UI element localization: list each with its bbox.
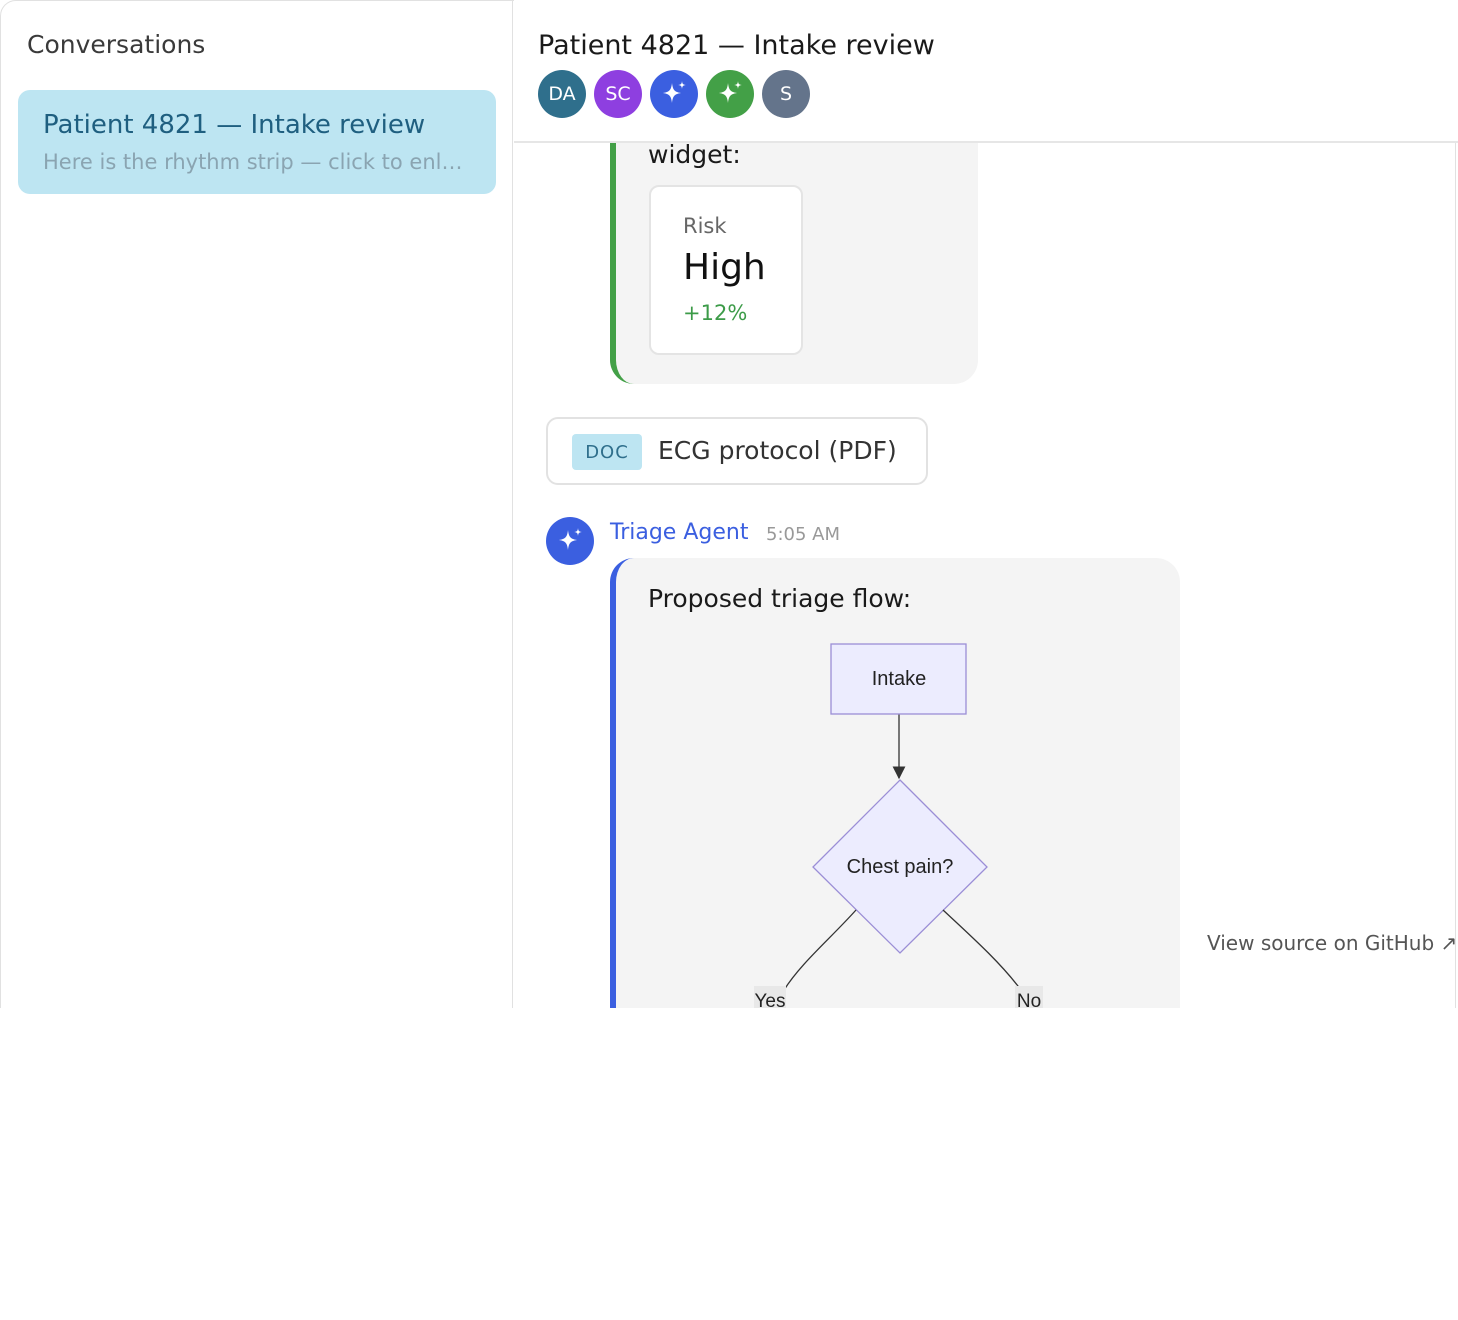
sparkle-icon	[559, 528, 582, 550]
conversation-item[interactable]: Patient 4821 — Intake review Here is the…	[18, 90, 496, 194]
sparkle-icon	[663, 81, 686, 103]
chat-header: Patient 4821 — Intake review DA SC S	[514, 0, 1458, 143]
app-window: Conversations Patient 4821 — Intake revi…	[0, 0, 1458, 1008]
message-list[interactable]: widget: Risk High +12% DOC ECG protocol …	[514, 0, 1458, 1008]
sparkle-icon	[719, 81, 742, 103]
avatar[interactable]: SC	[594, 70, 642, 118]
sidebar-title: Conversations	[27, 30, 206, 59]
avatar[interactable]: DA	[538, 70, 586, 118]
attachment-name: ECG protocol (PDF)	[658, 436, 897, 465]
flow-node-label: Intake	[872, 668, 926, 690]
stat-delta: +12%	[683, 301, 748, 325]
doc-badge: DOC	[572, 434, 642, 470]
widget-message-bubble: widget: Risk High +12%	[610, 110, 978, 384]
message-timestamp: 5:05 AM	[766, 524, 840, 545]
triage-flowchart: Intake Chest pain? Yes No	[754, 643, 1043, 1008]
risk-stat-card: Risk High +12%	[649, 185, 803, 355]
message-text: widget:	[648, 140, 741, 169]
github-source-link[interactable]: View source on GitHub ↗	[1207, 931, 1457, 955]
chat-title: Patient 4821 — Intake review	[538, 30, 935, 61]
document-attachment[interactable]: DOC ECG protocol (PDF)	[546, 417, 928, 485]
sidebar: Conversations Patient 4821 — Intake revi…	[1, 0, 513, 1008]
agent-avatar[interactable]	[706, 70, 754, 118]
edge-label-yes: Yes	[755, 991, 786, 1008]
chat-panel: widget: Risk High +12% DOC ECG protocol …	[514, 0, 1458, 1008]
agent-avatar[interactable]	[650, 70, 698, 118]
edge-label-no: No	[1017, 991, 1041, 1008]
flow-edge	[942, 909, 1022, 991]
flow-node-label: Chest pain?	[847, 856, 954, 878]
participant-avatars: DA SC S	[538, 70, 810, 118]
flow-edge	[783, 909, 857, 991]
conversation-preview: Here is the rhythm strip — click to enl…	[43, 150, 463, 174]
stat-value: High	[683, 247, 766, 288]
stat-label: Risk	[683, 214, 727, 238]
message-author[interactable]: Triage Agent	[610, 520, 748, 545]
conversation-title: Patient 4821 — Intake review	[43, 110, 426, 140]
triage-agent-avatar	[546, 517, 594, 565]
avatar[interactable]: S	[762, 70, 810, 118]
agent-message-bubble: Proposed triage flow: Intake Chest pain?	[610, 558, 1180, 1008]
